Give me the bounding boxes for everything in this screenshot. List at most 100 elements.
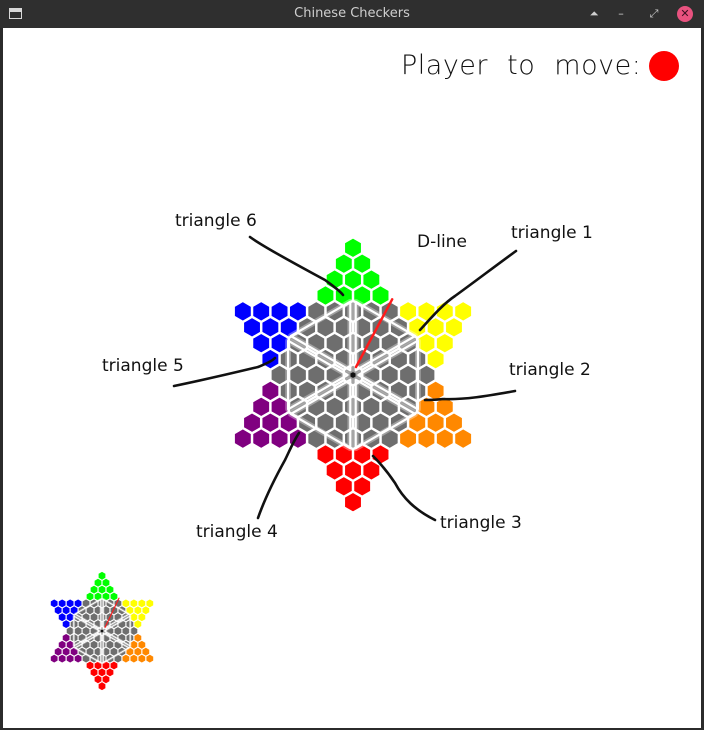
board-cell-bottom[interactable] [316,443,335,466]
board-cell-lower-left [62,647,71,657]
board-cell-bottom [98,667,106,678]
board-cell-lower-right[interactable] [444,412,464,434]
board-cell-bottom [90,667,99,678]
board-cell-top [90,584,99,595]
board-cell-center[interactable] [307,364,326,386]
board-cell-upper-right[interactable] [435,332,454,354]
board-center-dot [100,629,104,633]
board-cell-upper-left [62,619,71,629]
board-cell-upper-left [74,598,83,609]
board-cell-bottom [105,667,114,678]
game-canvas[interactable]: triangle 6 D-line triangle 1 triangle 5 tria… [3,28,701,728]
board-cell-lower-left[interactable] [252,396,271,418]
board-cell-top [94,578,103,588]
triangle-5-label: triangle 5 [102,356,184,376]
turn-indicator: Player to move: [401,50,680,81]
triangle-2-label: triangle 2 [509,360,591,380]
restore-icon[interactable]: ⤢ [645,5,663,23]
board-cell-top [105,584,114,595]
board-cell-lower-left[interactable] [233,428,252,450]
board-cell-upper-left [58,612,67,622]
board-cell-bottom[interactable] [343,459,363,481]
triangle-6-label: triangle 6 [175,211,257,231]
board-cell-center [82,626,91,636]
close-icon[interactable]: ✕ [677,6,693,22]
board-cell-center[interactable] [362,396,381,418]
board-cell-lower-left[interactable] [261,412,280,434]
board-cell-upper-right [137,598,146,609]
board-cell-top[interactable] [334,253,353,275]
board-cell-upper-left [54,605,63,615]
board-cell-upper-right[interactable] [426,348,445,370]
board-cell-upper-right [133,605,142,615]
board-cell-center[interactable] [325,396,344,418]
board-cell-lower-left[interactable] [242,412,262,434]
board-cell-lower-left [74,653,83,664]
board-cell-bottom[interactable] [343,491,363,513]
board-cell-lower-left[interactable] [270,428,289,450]
triangle-5-pointer [172,356,277,388]
board-cell-upper-left[interactable] [242,316,262,338]
board-cell-center[interactable] [398,364,418,386]
board-cell-lower-left [62,633,71,643]
board-cell-lower-right[interactable] [426,380,445,402]
board-cell-lower-left[interactable] [252,428,271,450]
board-cell-bottom [86,660,95,671]
board-cell-top [109,591,118,602]
board-cell-lower-left [54,647,63,657]
board-cell-upper-left[interactable] [288,300,308,322]
board-cell-bottom[interactable] [371,443,390,466]
title-bar[interactable]: Chinese Checkers ⏶ – ⤢ ✕ [0,0,704,28]
board-cell-bottom[interactable] [334,475,353,497]
board-cell-top[interactable] [362,269,381,291]
board-cell-upper-left[interactable] [252,300,271,322]
board-cell-upper-right[interactable] [454,300,473,322]
board-cell-bottom[interactable] [353,475,372,497]
board-cell-lower-right[interactable] [426,412,445,434]
board-cell-top[interactable] [371,284,390,307]
board-cell-upper-right[interactable] [444,316,464,338]
board-cell-bottom[interactable] [325,459,344,481]
board-cell-lower-right[interactable] [435,428,454,450]
board-cell-upper-left[interactable] [261,348,280,370]
board-cell-lower-right [145,653,154,664]
board-cell-lower-right [121,653,130,664]
board-cell-lower-right[interactable] [398,428,418,450]
board-cell-lower-right[interactable] [417,428,436,450]
board-cell-lower-left[interactable] [261,380,280,402]
board-cell-top[interactable] [343,269,363,291]
status-text: Player to move: [401,50,642,81]
board-cell-lower-right[interactable] [454,428,473,450]
shade-icon[interactable]: ⏶ [585,5,603,23]
board-cell-upper-right[interactable] [398,300,418,322]
board-cell-lower-right [133,633,142,643]
board-cell-lower-right [141,647,150,657]
board-cell-upper-right [141,605,150,615]
d-line-label: D-line [417,232,467,252]
board-cell-upper-right [121,598,130,609]
minimize-icon[interactable]: – [612,5,630,23]
board-cell-upper-right [137,612,146,622]
board-cell-upper-left[interactable] [233,300,252,322]
board-cell-bottom[interactable] [362,459,381,481]
board-cell-upper-left[interactable] [252,332,271,354]
board-cell-lower-right [137,653,146,664]
board-cell-center[interactable] [380,364,399,386]
game-board[interactable]: triangle 6 D-line triangle 1 triangle 5 tria… [3,28,701,728]
current-player-marker [649,50,680,81]
board-cell-top[interactable] [353,253,372,275]
board-cell-top[interactable] [343,237,363,259]
board-cell-upper-left[interactable] [261,316,280,338]
board-cell-lower-right [129,653,138,664]
triangle-4-label: triangle 4 [196,522,278,542]
app-window: Chinese Checkers ⏶ – ⤢ ✕ triangle 6 D-lin… [0,0,704,730]
board-cell-center[interactable] [325,332,344,354]
board-cell-upper-left [66,598,75,609]
triangle-3-pointer [371,454,437,522]
triangle-1-label: triangle 1 [511,223,593,243]
board-cell-center[interactable] [288,364,308,386]
triangle-3-label: triangle 3 [440,513,522,533]
board-cell-top[interactable] [316,284,335,307]
board-cell-upper-left [58,598,67,609]
board-cell-upper-left[interactable] [270,300,289,322]
